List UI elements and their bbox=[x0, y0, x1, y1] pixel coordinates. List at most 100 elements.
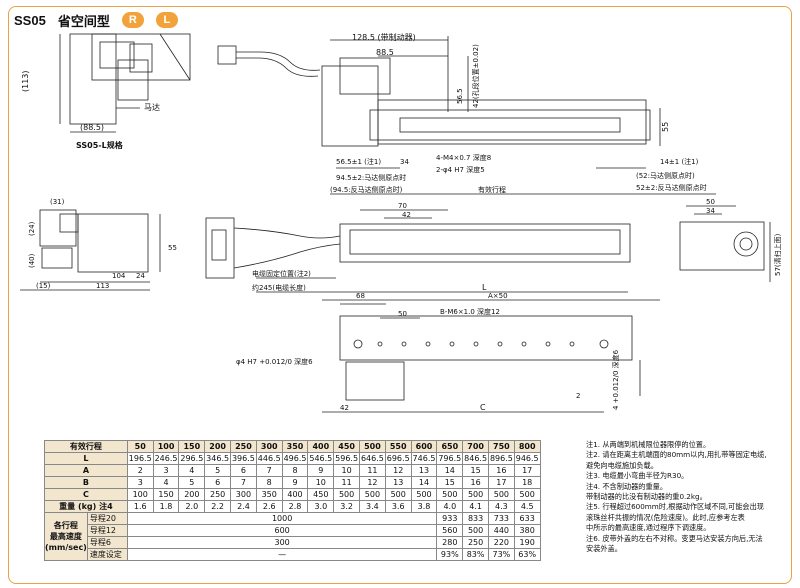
table-row: 导程6 300 280 250 220 190 bbox=[45, 536, 541, 549]
connector-view bbox=[205, 217, 235, 279]
note-item: 带制动器的比没有制动器的重0.2kg。 bbox=[586, 492, 707, 502]
table-cell: 933 bbox=[436, 512, 464, 525]
note-94-5b: (94.5:反马达侧原点时) bbox=[330, 185, 403, 194]
row-label-L: L bbox=[44, 452, 128, 465]
note-item: 中所示的最高速度,通过程序下调速度。 bbox=[586, 523, 711, 533]
table-cell: 6 bbox=[230, 464, 257, 477]
stroke-cell: 550 bbox=[384, 440, 412, 453]
dim-104: 104 bbox=[112, 272, 126, 280]
stroke-cell: 800 bbox=[513, 440, 541, 453]
table-cell: 500 bbox=[436, 488, 464, 501]
table-cell: 190 bbox=[513, 536, 541, 549]
dim-ax50: A×50 bbox=[488, 292, 508, 300]
table-cell: 2.2 bbox=[204, 500, 232, 513]
dim-C: C bbox=[480, 403, 486, 412]
note-m4: 4-M4×0.7 深度8 bbox=[436, 153, 491, 162]
note-item: 注4. 不含制动器的重量。 bbox=[586, 481, 668, 491]
table-cell: 5 bbox=[178, 476, 206, 489]
dim-34: 34 bbox=[400, 158, 409, 166]
table-cell: 8 bbox=[281, 464, 309, 477]
table-cell: 4 bbox=[178, 464, 206, 477]
table-cell: 280 bbox=[436, 536, 464, 549]
table-cell: 13 bbox=[410, 464, 438, 477]
table-cell: 380 bbox=[513, 524, 541, 537]
stroke-cell: 300 bbox=[255, 440, 283, 453]
table-cell: 4.3 bbox=[488, 500, 515, 513]
header-stroke-label: 有效行程 bbox=[44, 440, 128, 453]
note-item: 注6. 皮带外盖的左右不对称。变更马达安装方向后,无法 bbox=[586, 533, 763, 543]
stroke-cell: 400 bbox=[307, 440, 335, 453]
table-cell: 450 bbox=[307, 488, 335, 501]
table-cell: 296.5 bbox=[178, 452, 206, 465]
stroke-cell: 450 bbox=[333, 440, 361, 453]
label-cable-fix: 电缆固定位置(注2) bbox=[252, 269, 311, 278]
note-item: 安装外盖。 bbox=[586, 544, 622, 554]
stroke-cell: 700 bbox=[462, 440, 489, 453]
table-cell: 10 bbox=[307, 476, 335, 489]
note-item: 注5. 行程超过600mm时,根据动作区域不同,可能会出现 bbox=[586, 502, 764, 512]
label-cable-len: 约245(电缆长度) bbox=[252, 283, 306, 292]
table-cell: 796.5 bbox=[436, 452, 464, 465]
table-cell: 9 bbox=[281, 476, 309, 489]
table-cell: 496.5 bbox=[281, 452, 309, 465]
table-row: 重量 (kg) 注4 1.6 1.8 2.0 2.2 2.4 2.6 2.8 3… bbox=[44, 500, 541, 513]
dim-55b: 55 bbox=[168, 244, 177, 252]
table-cell: 500 bbox=[462, 524, 489, 537]
technical-drawing: 128.5 (带制动器) 88.5 (113) (88.5) 马达 SS05-L… bbox=[20, 32, 782, 413]
speed-sub-label: 导程12 bbox=[86, 524, 128, 537]
table-cell: 4.0 bbox=[436, 500, 464, 513]
dim-31: (31) bbox=[50, 198, 65, 206]
row-label-A: A bbox=[44, 464, 128, 477]
table-cell: 7 bbox=[230, 476, 257, 489]
table-row: B 3 4 5 6 7 8 9 10 11 12 13 14 15 16 17 … bbox=[44, 476, 541, 489]
table-cell: 633 bbox=[513, 512, 541, 525]
table-cell: 646.5 bbox=[359, 452, 386, 465]
label-stroke: 有效行程 bbox=[478, 185, 506, 194]
speed-sub-label: 导程20 bbox=[86, 512, 128, 525]
dim-40: (40) bbox=[28, 253, 36, 268]
table-cell: 1.8 bbox=[152, 500, 180, 513]
table-cell: 300 bbox=[230, 488, 257, 501]
table-cell: 6 bbox=[204, 476, 232, 489]
table-cell: 12 bbox=[359, 476, 386, 489]
table-cell: 11 bbox=[333, 476, 361, 489]
table-cell: 15 bbox=[462, 464, 489, 477]
table-cell: 2.0 bbox=[178, 500, 206, 513]
table-cell: 846.5 bbox=[462, 452, 489, 465]
end-view-left bbox=[77, 213, 149, 273]
table-cell: 346.5 bbox=[204, 452, 232, 465]
table-cell: 896.5 bbox=[488, 452, 515, 465]
table-cell: 196.5 bbox=[126, 452, 154, 465]
table-row: 导程12 600 560 500 440 380 bbox=[45, 524, 541, 537]
dim-24: (24) bbox=[28, 221, 36, 236]
note-14: 14±1 (注1) bbox=[660, 157, 699, 166]
note-item: 滚珠丝杆共振的情况(危险速度)。此时,应参考左表 bbox=[586, 512, 745, 522]
table-cell: 3.8 bbox=[410, 500, 438, 513]
speed-sub-label: 速度设定 bbox=[86, 548, 128, 561]
dim-55: 55 bbox=[661, 122, 670, 132]
note-phi4: 2-φ4 H7 深度5 bbox=[436, 165, 485, 174]
table-cell: 14 bbox=[436, 464, 464, 477]
table-cell: 746.5 bbox=[410, 452, 438, 465]
table-cell: 3.0 bbox=[307, 500, 335, 513]
table-cell: 5 bbox=[204, 464, 232, 477]
table-cell: 696.5 bbox=[384, 452, 412, 465]
table-cell: 400 bbox=[281, 488, 309, 501]
table-cell: 4.1 bbox=[462, 500, 489, 513]
dim-68: 68 bbox=[356, 292, 365, 300]
note-56-5: 56.5±1 (注1) bbox=[336, 157, 381, 166]
table-cell: 10 bbox=[333, 464, 361, 477]
table-cell: 833 bbox=[462, 512, 489, 525]
table-cell: 3 bbox=[152, 464, 180, 477]
dim-15: (15) bbox=[36, 282, 51, 290]
top-view-body bbox=[339, 315, 633, 361]
table-cell: 11 bbox=[359, 464, 386, 477]
table-row: C 100 150 200 250 300 350 400 450 500 50… bbox=[44, 488, 541, 501]
table-cell: 13 bbox=[384, 476, 412, 489]
table-row: 各行程 最高速度 (mm/sec) 导程20 1000 933 833 733 … bbox=[44, 512, 541, 561]
table-cell: 200 bbox=[178, 488, 206, 501]
table-row: L 196.5 246.5 296.5 346.5 396.5 446.5 49… bbox=[44, 452, 541, 465]
note-item: 注3. 电缆最小弯曲半径为R30。 bbox=[586, 471, 689, 481]
row-label-B: B bbox=[44, 476, 128, 489]
table-cell: 946.5 bbox=[513, 452, 541, 465]
